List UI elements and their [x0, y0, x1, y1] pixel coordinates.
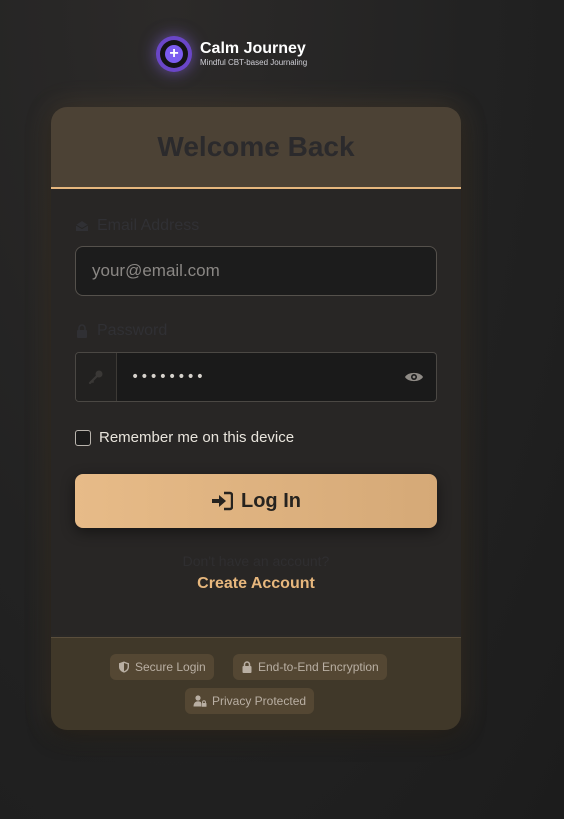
- email-field[interactable]: [75, 246, 437, 296]
- plus-circle-icon: +: [165, 45, 183, 63]
- brand-tagline: Mindful CBT-based Journaling: [200, 58, 308, 67]
- privacy-label: Privacy Protected: [212, 694, 307, 708]
- password-label-text: Password: [97, 322, 168, 339]
- remember-me-checkbox[interactable]: [75, 429, 91, 446]
- email-label-text: Email Address: [97, 217, 200, 234]
- password-field[interactable]: [117, 353, 392, 401]
- show-password-toggle[interactable]: [392, 353, 436, 401]
- encryption-label: End-to-End Encryption: [258, 660, 379, 674]
- security-badges: Secure Login End-to-End Encryption Priva…: [51, 637, 461, 730]
- encryption-badge: End-to-End Encryption: [233, 654, 387, 680]
- brand-header: + Calm Journey Mindful CBT-based Journal…: [156, 36, 307, 72]
- lock-icon: [77, 324, 87, 338]
- card-header: Welcome Back: [51, 107, 461, 189]
- secure-login-badge: Secure Login: [110, 654, 214, 680]
- eye-icon: [405, 372, 423, 382]
- create-account-link[interactable]: Create Account: [51, 575, 461, 593]
- password-label: Password: [75, 322, 167, 340]
- page-title: Welcome Back: [157, 131, 355, 162]
- brand-text: Calm Journey Mindful CBT-based Journalin…: [200, 40, 307, 68]
- shield-icon: [119, 661, 129, 673]
- login-button[interactable]: Log In: [75, 474, 437, 528]
- brand-name: Calm Journey: [200, 40, 306, 57]
- envelope-icon: [75, 221, 89, 231]
- password-input-group: [75, 352, 437, 402]
- login-card: Welcome Back Email Address Password: [51, 107, 461, 730]
- login-button-label: Log In: [241, 489, 301, 512]
- brand-logo: +: [156, 36, 192, 72]
- lock-icon: [242, 661, 252, 673]
- email-label: Email Address: [75, 217, 199, 235]
- sign-in-icon: [212, 491, 233, 511]
- user-lock-icon: [193, 695, 207, 707]
- remember-me-row: Remember me on this device: [75, 429, 294, 446]
- login-form: Email Address Password: [51, 189, 461, 635]
- no-account-text: Don't have an account?: [182, 553, 330, 569]
- privacy-badge: Privacy Protected: [185, 688, 315, 714]
- remember-me-label[interactable]: Remember me on this device: [99, 429, 294, 446]
- secure-login-label: Secure Login: [135, 660, 206, 674]
- key-icon: [76, 353, 117, 401]
